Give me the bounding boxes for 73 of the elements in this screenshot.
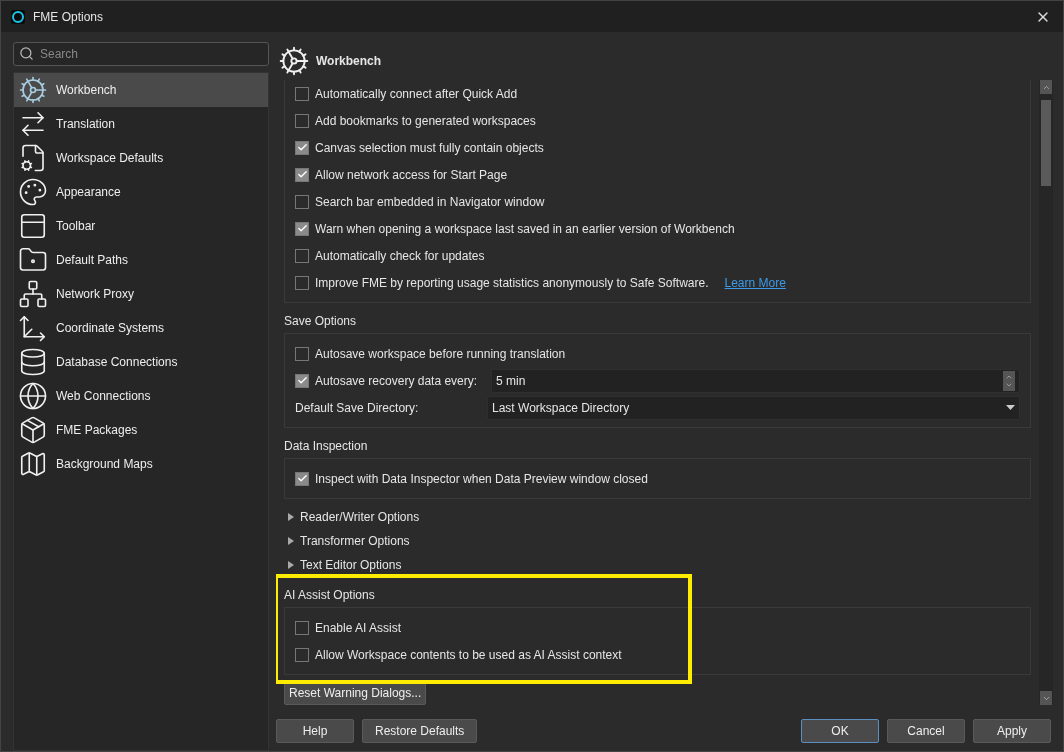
sidebar-item[interactable]: Toolbar bbox=[14, 209, 268, 243]
checkbox[interactable] bbox=[295, 167, 309, 182]
dropdown-field[interactable]: Last Workspace Directory bbox=[487, 395, 1020, 420]
option-label: Search bar embedded in Navigator window bbox=[315, 194, 545, 209]
option-label: Warn when opening a workspace last saved in an earlier version of Workbench bbox=[315, 221, 735, 236]
spin-arrows-icon bbox=[1003, 370, 1015, 391]
sidebar-item[interactable]: Workbench bbox=[14, 73, 268, 107]
database-icon bbox=[18, 347, 48, 377]
option-label: Improve FME by reporting usage statistics anonymously to Safe Software. bbox=[315, 275, 709, 290]
sidebar-item[interactable]: Default Paths bbox=[14, 243, 268, 277]
sidebar-item[interactable]: Appearance bbox=[14, 175, 268, 209]
sidebar-item[interactable]: Web Connections bbox=[14, 379, 268, 413]
option-label: Autosave recovery data every: bbox=[315, 373, 479, 388]
search-icon bbox=[19, 46, 34, 61]
checkbox[interactable] bbox=[295, 221, 309, 236]
checkbox[interactable] bbox=[295, 620, 309, 635]
option-label: Autosave workspace before running translation bbox=[315, 346, 566, 361]
option-label: Enable AI Assist bbox=[315, 620, 402, 635]
spin-field[interactable]: 5 min bbox=[491, 368, 1020, 393]
option-label: Automatically check for updates bbox=[315, 248, 485, 263]
checkbox[interactable] bbox=[295, 86, 309, 101]
section-expander[interactable]: Reader/Writer Options bbox=[284, 505, 1031, 529]
window-title: FME Options bbox=[33, 9, 105, 24]
option-label: Inspect with Data Inspector when Data Preview window closed bbox=[315, 471, 648, 486]
map-icon bbox=[18, 449, 48, 479]
globe-icon bbox=[18, 381, 48, 411]
checkbox[interactable] bbox=[295, 113, 309, 128]
scrollbar[interactable] bbox=[1039, 80, 1053, 705]
scrollbar-thumb[interactable] bbox=[1041, 99, 1051, 186]
footer-button[interactable]: Help bbox=[276, 719, 354, 743]
axes-icon bbox=[18, 313, 48, 343]
option-label: Canvas selection must fully contain objects bbox=[315, 140, 544, 155]
panel-icon bbox=[18, 211, 48, 241]
option-label: Allow network access for Start Page bbox=[315, 167, 508, 182]
sidebar-item[interactable]: Coordinate Systems bbox=[14, 311, 268, 345]
page-title: Workbench bbox=[316, 54, 382, 68]
package-icon bbox=[18, 415, 48, 445]
footer-button[interactable]: OK bbox=[801, 719, 879, 743]
triangle-icon bbox=[288, 513, 294, 521]
triangle-icon bbox=[288, 537, 294, 545]
triangle-icon bbox=[288, 561, 294, 569]
section-title: Save Options bbox=[284, 314, 357, 328]
checkbox[interactable] bbox=[295, 346, 309, 361]
option-label: Automatically connect after Quick Add bbox=[315, 86, 518, 101]
network-icon bbox=[18, 279, 48, 309]
sidebar-item[interactable]: Network Proxy bbox=[14, 277, 268, 311]
checkbox[interactable] bbox=[295, 647, 309, 662]
checkbox[interactable] bbox=[295, 471, 309, 486]
footer-button[interactable]: Restore Defaults bbox=[362, 719, 478, 743]
sidebar-item[interactable]: FME Packages bbox=[14, 413, 268, 447]
footer-button[interactable]: Cancel bbox=[887, 719, 965, 743]
checkbox[interactable] bbox=[295, 194, 309, 209]
section-title: Data Inspection bbox=[284, 439, 368, 453]
option-label: Allow Workspace contents to be used as AI Assist context bbox=[315, 647, 622, 662]
caret-icon bbox=[1006, 405, 1015, 410]
checkbox[interactable] bbox=[295, 248, 309, 263]
checkbox[interactable] bbox=[295, 275, 309, 290]
sidebar-item[interactable]: Background Maps bbox=[14, 447, 268, 481]
field-label: Default Save Directory: bbox=[295, 400, 420, 415]
section-expander[interactable]: Transformer Options bbox=[284, 529, 1031, 553]
sidebar-item[interactable]: Translation bbox=[14, 107, 268, 141]
section-expander[interactable]: Text Editor Options bbox=[284, 553, 1031, 577]
search-field[interactable]: Search bbox=[13, 42, 269, 66]
app-icon bbox=[11, 9, 25, 24]
section-title: AI Assist Options bbox=[284, 588, 375, 602]
checkbox[interactable] bbox=[295, 140, 309, 155]
checkbox[interactable] bbox=[295, 373, 309, 388]
palette-icon bbox=[18, 177, 48, 207]
sidebar-item[interactable]: Workspace Defaults bbox=[14, 141, 268, 175]
learn-more-link[interactable]: Learn More bbox=[724, 275, 786, 290]
option-label: Add bookmarks to generated workspaces bbox=[315, 113, 536, 128]
footer-button[interactable]: Apply bbox=[973, 719, 1051, 743]
sidebar-item[interactable]: Database Connections bbox=[14, 345, 268, 379]
